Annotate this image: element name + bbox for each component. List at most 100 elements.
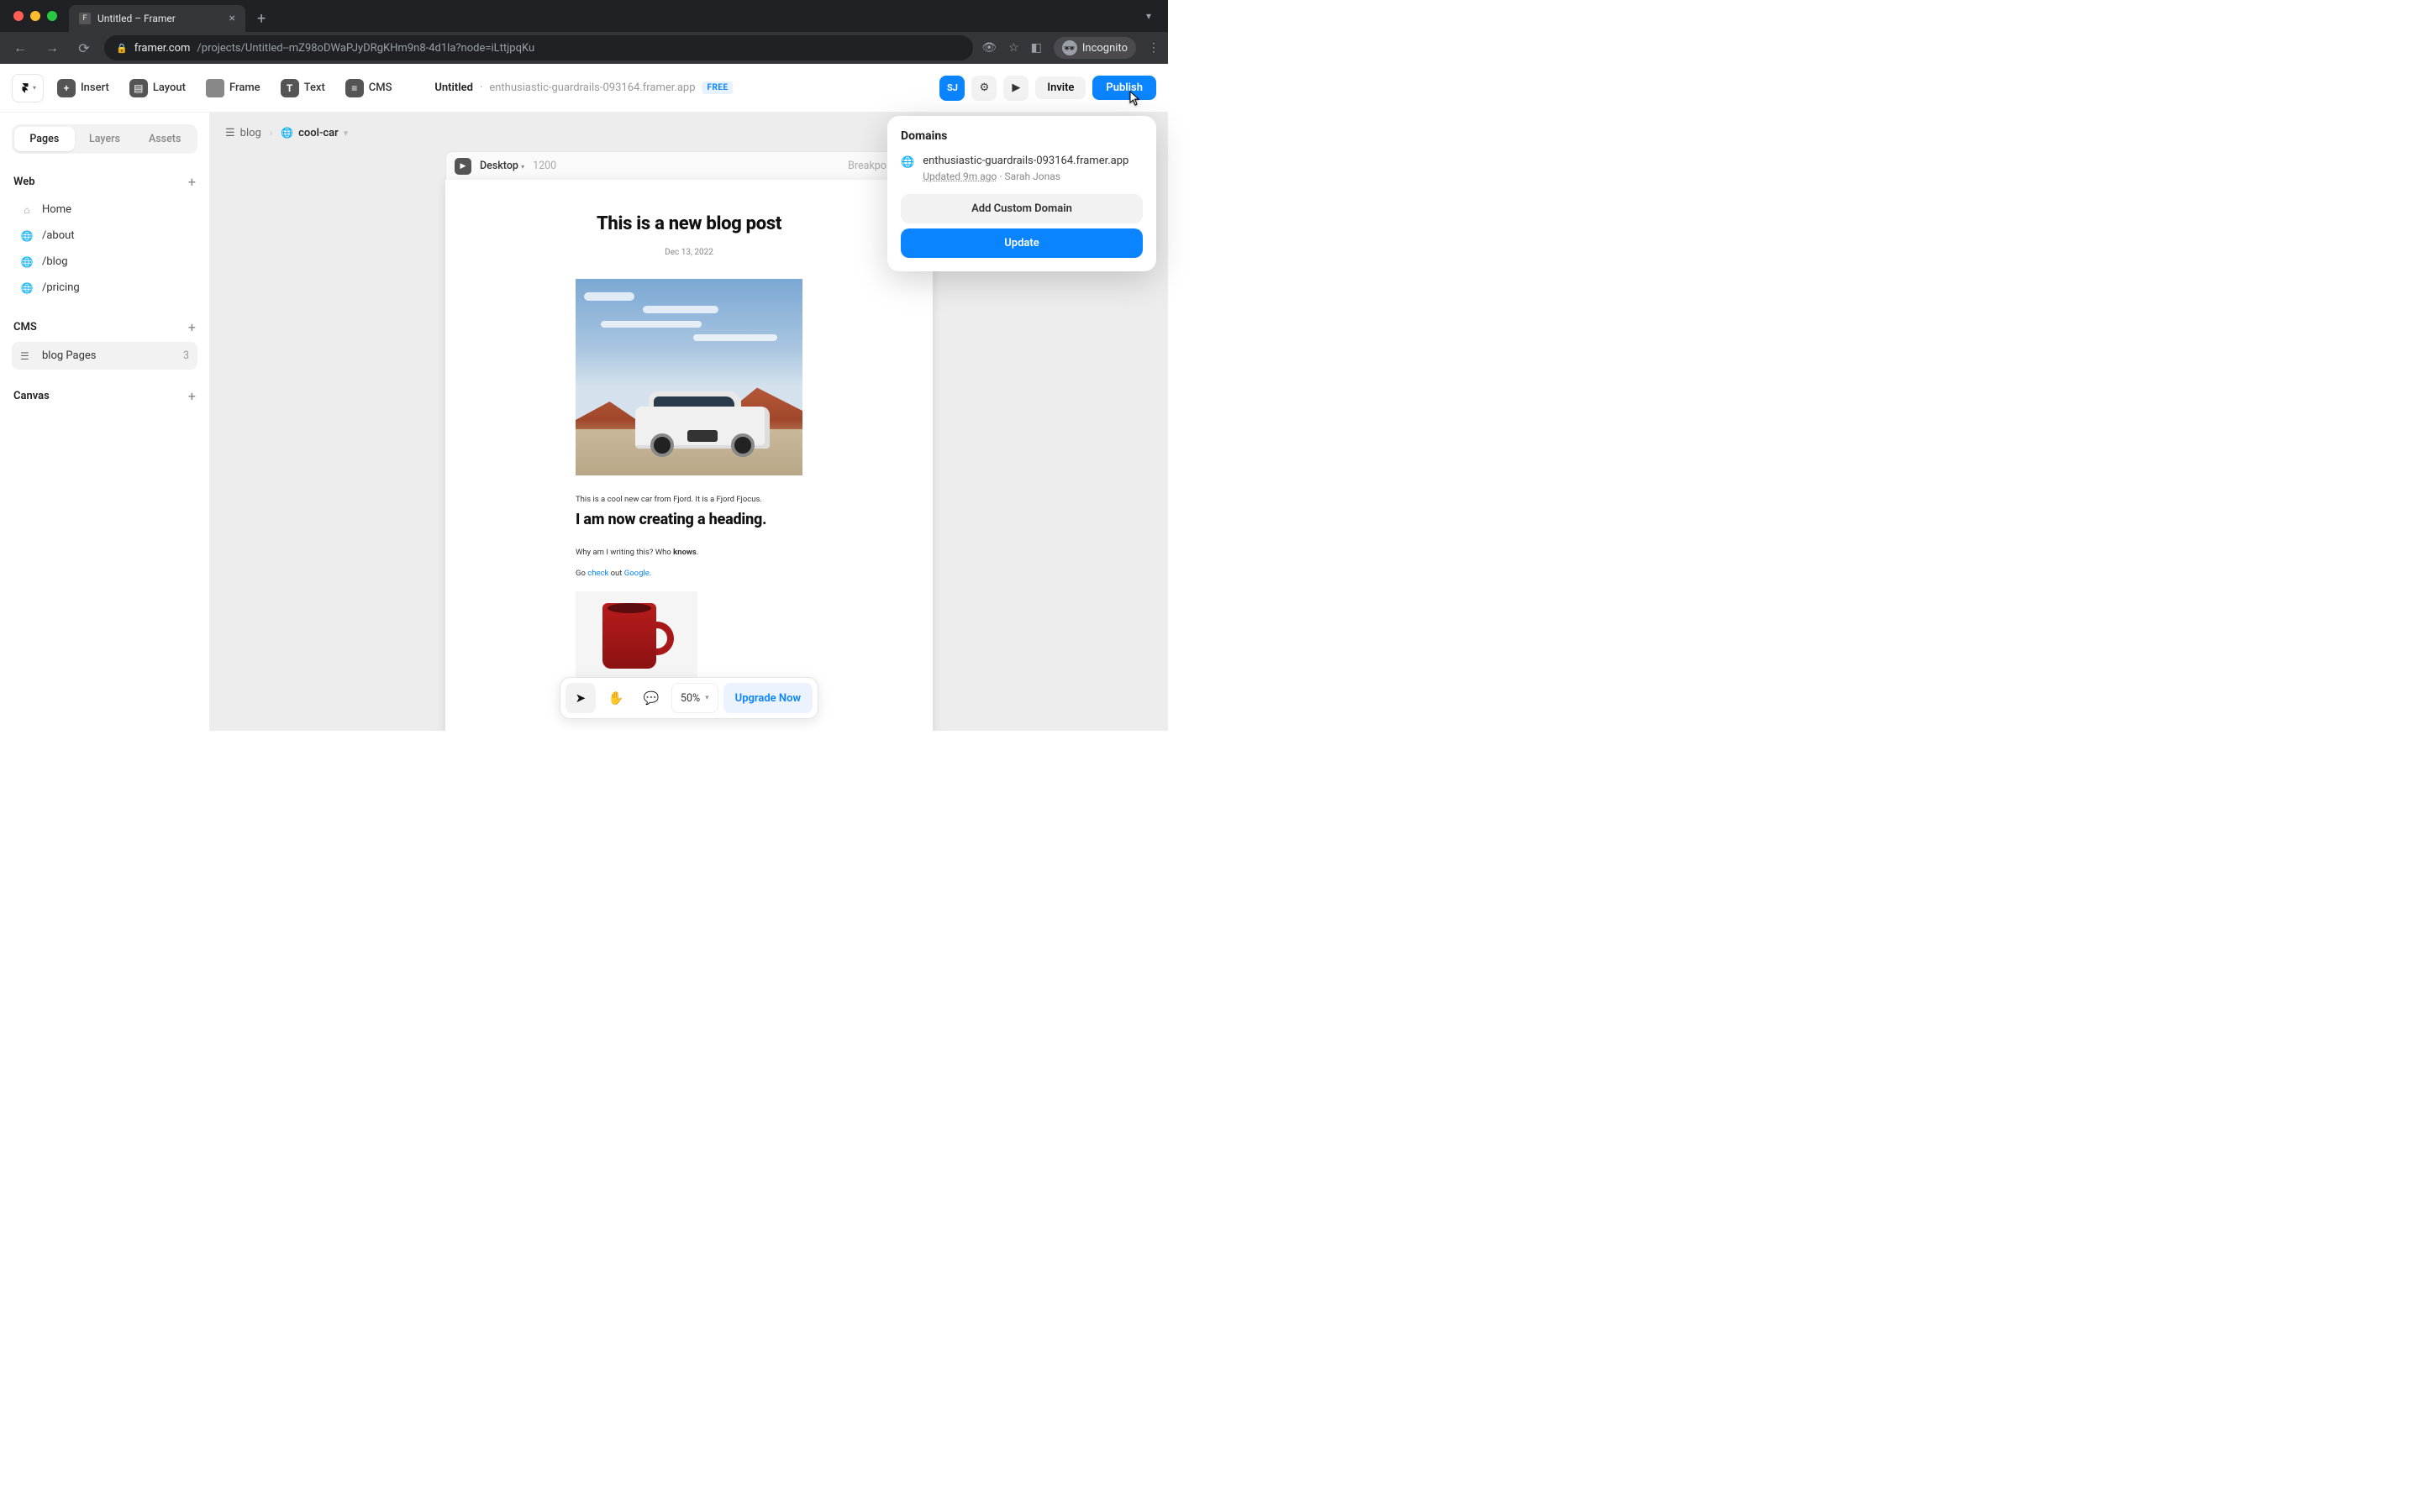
cursor-icon: ➤ (576, 690, 587, 706)
page-label: Home (42, 203, 71, 216)
incognito-badge[interactable]: 🕶 Incognito (1054, 37, 1136, 59)
frame-label: Frame (229, 81, 260, 94)
zoom-selector[interactable]: 50% ▾ (671, 683, 718, 713)
breadcrumb-current-label: cool-car (298, 127, 339, 139)
framer-logo-icon (19, 82, 31, 94)
incognito-icon: 🕶 (1062, 40, 1077, 55)
tab-assets[interactable]: Assets (134, 127, 195, 151)
breadcrumb-current[interactable]: 🌐 cool-car ▾ (281, 127, 348, 139)
sidebar-item-blog-pages[interactable]: ☰ blog Pages 3 (12, 342, 197, 370)
page-title: This is a new blog post (445, 213, 933, 234)
device-selector[interactable]: Desktop ▾ (480, 160, 524, 172)
hand-icon: ✋ (608, 690, 624, 706)
favicon-icon: F (79, 13, 91, 24)
minimize-window-icon[interactable] (30, 11, 40, 21)
close-tab-icon[interactable]: × (229, 12, 235, 25)
hand-tool[interactable]: ✋ (601, 683, 631, 713)
cms-button[interactable]: ≡ CMS (339, 74, 399, 102)
globe-icon: 🌐 (20, 282, 34, 294)
publish-button[interactable]: Publish (1092, 76, 1156, 100)
cms-item-count: 3 (183, 349, 189, 362)
link-google[interactable]: Google (624, 569, 650, 578)
insert-button[interactable]: + Insert (50, 74, 116, 102)
car-illustration (635, 385, 770, 460)
globe-icon: 🌐 (281, 127, 293, 139)
paragraph: Why am I writing this? Who knows. (576, 547, 802, 559)
forward-button[interactable]: → (40, 39, 64, 56)
reload-button[interactable]: ⟳ (72, 40, 96, 56)
text-label: Text (304, 81, 325, 94)
text-button[interactable]: T Text (274, 74, 332, 102)
globe-icon: 🌐 (901, 156, 914, 169)
panel-icon[interactable]: ◧ (1031, 41, 1042, 55)
tab-layers[interactable]: Layers (75, 127, 135, 151)
eye-off-icon[interactable]: 👁 (981, 41, 997, 55)
sidebar-item-home[interactable]: ⌂ Home (12, 197, 197, 223)
browser-tab[interactable]: F Untitled – Framer × (69, 5, 245, 32)
invite-button[interactable]: Invite (1035, 76, 1086, 99)
bookmark-icon[interactable]: ☆ (1008, 41, 1019, 55)
home-icon: ⌂ (20, 204, 34, 216)
select-tool[interactable]: ➤ (566, 683, 596, 713)
chevron-down-icon: ▾ (705, 694, 709, 702)
canvas-toolbar: ➤ ✋ 💬 50% ▾ Upgrade Now (560, 677, 818, 719)
tab-pages[interactable]: Pages (14, 127, 75, 151)
add-canvas-button[interactable]: + (188, 388, 196, 404)
frame-button[interactable]: Frame (199, 74, 267, 102)
add-page-button[interactable]: + (188, 174, 196, 190)
canvas-frame[interactable]: This is a new blog post Dec 13, 2022 (445, 180, 933, 731)
cms-label: CMS (369, 81, 392, 94)
text-icon: T (281, 79, 299, 97)
settings-button[interactable]: ⚙ (971, 76, 997, 101)
publish-author: Sarah Jonas (1005, 171, 1060, 182)
breadcrumb-root[interactable]: ☰ blog (225, 127, 261, 139)
user-avatar[interactable]: SJ (939, 76, 965, 101)
chevron-down-icon: ▾ (344, 128, 349, 139)
updated-time[interactable]: Updated 9m ago (923, 171, 997, 182)
page-label: /blog (42, 255, 68, 268)
project-title-area[interactable]: Untitled · enthusiastic-guardrails-09316… (434, 81, 733, 94)
link-check[interactable]: check (587, 569, 608, 578)
kebab-menu-icon[interactable]: ⋮ (1148, 41, 1160, 55)
domain-name[interactable]: enthusiastic-guardrails-093164.framer.ap… (923, 155, 1128, 167)
framer-menu-button[interactable]: ▾ (12, 74, 44, 102)
upgrade-button[interactable]: Upgrade Now (723, 683, 813, 713)
sidebar-item-blog[interactable]: 🌐 /blog (12, 249, 197, 275)
frame-header: ▶ Desktop ▾ 1200 Breakpoint + (445, 151, 933, 180)
paragraph: Go check out Google. (576, 568, 802, 580)
stack-icon: ☰ (20, 350, 34, 362)
tab-title: Untitled – Framer (97, 13, 176, 24)
popover-title: Domains (901, 129, 1143, 143)
preview-frame-button[interactable]: ▶ (455, 158, 471, 175)
close-window-icon[interactable] (13, 11, 24, 21)
add-cms-button[interactable]: + (188, 319, 196, 335)
frame-width: 1200 (533, 160, 556, 172)
page-label: /pricing (42, 281, 80, 294)
stack-icon: ☰ (225, 127, 235, 139)
comment-tool[interactable]: 💬 (636, 683, 666, 713)
project-domain: enthusiastic-guardrails-093164.framer.ap… (489, 81, 695, 94)
layout-button[interactable]: ▤ Layout (123, 74, 192, 102)
image-caption: This is a cool new car from Fjord. It is… (576, 494, 802, 506)
back-button[interactable]: ← (8, 39, 32, 56)
frame-icon (206, 79, 224, 97)
new-tab-button[interactable]: + (250, 10, 272, 28)
add-custom-domain-button[interactable]: Add Custom Domain (901, 194, 1143, 223)
page-heading: I am now creating a heading. (576, 511, 802, 528)
plus-icon: + (57, 79, 76, 97)
gear-icon: ⚙ (980, 81, 990, 94)
update-publish-button[interactable]: Update (901, 228, 1143, 258)
comment-icon: 💬 (644, 690, 660, 706)
sidebar-item-about[interactable]: 🌐 /about (12, 223, 197, 249)
breadcrumb-root-label: blog (240, 127, 261, 139)
cms-icon: ≡ (345, 79, 364, 97)
cms-item-label: blog Pages (42, 349, 97, 362)
window-controls[interactable] (7, 11, 64, 21)
maximize-window-icon[interactable] (47, 11, 57, 21)
preview-button[interactable]: ▶ (1003, 76, 1028, 101)
address-bar[interactable]: 🔒 framer.com/projects/Untitled--mZ98oDWa… (104, 35, 973, 60)
hero-image (576, 279, 802, 475)
sidebar-item-pricing[interactable]: 🌐 /pricing (12, 275, 197, 301)
zoom-value: 50% (681, 692, 700, 705)
tabs-overflow-icon[interactable]: ▾ (1146, 10, 1161, 22)
